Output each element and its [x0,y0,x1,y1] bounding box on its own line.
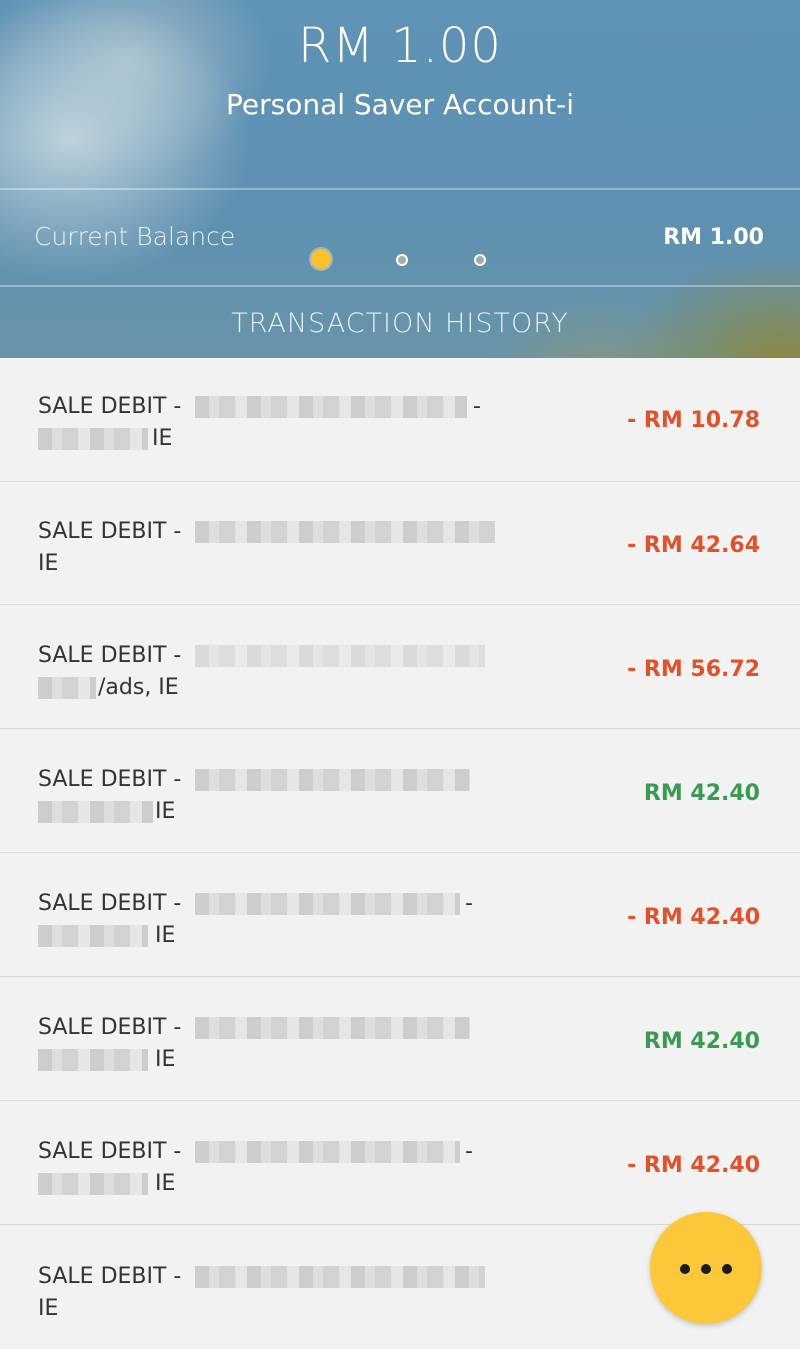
transaction-description: SALE DEBIT - [38,891,182,916]
transaction-row[interactable]: SALE DEBIT - - IE - RM 42.40 [0,1102,800,1225]
transaction-description-line2: IE [38,551,59,576]
transaction-amount: - RM 42.64 [627,533,760,558]
transaction-amount: - RM 42.40 [627,1153,760,1178]
current-balance-value: RM 1.00 [663,225,764,250]
redacted-text [38,1173,148,1195]
transaction-amount: - RM 42.40 [627,905,760,930]
transaction-row[interactable]: SALE DEBIT - - IE - RM 42.40 [0,854,800,977]
transaction-description: SALE DEBIT - [38,519,182,544]
pager-dot[interactable] [474,254,486,266]
balance-amount: RM 1.00 [298,18,502,74]
transaction-description-line2: IE [38,1296,59,1321]
redacted-text [195,1017,470,1039]
transaction-description: SALE DEBIT - [38,767,182,792]
account-name: Personal Saver Account-i [225,88,574,121]
redacted-text [195,645,485,667]
transaction-description-line2: IE [155,799,176,824]
transaction-amount: - RM 56.72 [627,657,760,682]
redacted-text [195,521,495,543]
transaction-history-title: TRANSACTION HISTORY [231,308,569,339]
current-balance-label: Current Balance [34,222,236,251]
transaction-description-line2: IE [155,1047,176,1072]
transaction-description: SALE DEBIT - [38,1264,182,1289]
redacted-text [195,396,467,418]
pager-dot[interactable] [396,254,408,266]
redacted-text [38,428,148,450]
redacted-text [195,893,460,915]
transaction-row[interactable]: SALE DEBIT - IE - RM 42.64 [0,482,800,605]
redacted-text [195,1266,485,1288]
transaction-description: SALE DEBIT - [38,1015,182,1040]
more-options-button[interactable] [650,1212,762,1324]
account-header: RM 1.00 Personal Saver Account-i Current… [0,0,800,384]
redacted-text [195,1141,460,1163]
transaction-description-line2: IE [152,426,173,451]
transaction-row[interactable]: SALE DEBIT - - IE - RM 10.78 [0,358,800,482]
redacted-text [195,769,470,791]
transaction-amount: RM 42.40 [643,781,760,806]
transaction-description: SALE DEBIT - [38,643,182,668]
transaction-description-tail: - [473,394,481,419]
pager-dot-active[interactable] [311,249,331,269]
transaction-description-tail: - [465,891,473,916]
more-icon [701,1264,711,1274]
redacted-text [38,801,153,823]
divider [0,285,800,287]
redacted-text [38,1049,148,1071]
transaction-description: SALE DEBIT - [38,394,182,419]
transaction-description-tail: - [465,1139,473,1164]
transaction-row[interactable]: SALE DEBIT - IE RM 42.40 [0,730,800,853]
transaction-row[interactable]: SALE DEBIT - /ads, IE - RM 56.72 [0,606,800,729]
transaction-description-line2: IE [155,923,176,948]
more-icon [680,1264,690,1274]
transaction-amount: - RM 10.78 [627,408,760,433]
transaction-description-line2: /ads, IE [98,675,179,700]
divider [0,188,800,190]
more-icon [722,1264,732,1274]
redacted-text [38,925,148,947]
redacted-text [38,677,96,699]
transaction-row[interactable]: SALE DEBIT - IE RM 42.40 [0,978,800,1101]
transaction-description: SALE DEBIT - [38,1139,182,1164]
transaction-amount: RM 42.40 [643,1029,760,1054]
transaction-description-line2: IE [155,1171,176,1196]
